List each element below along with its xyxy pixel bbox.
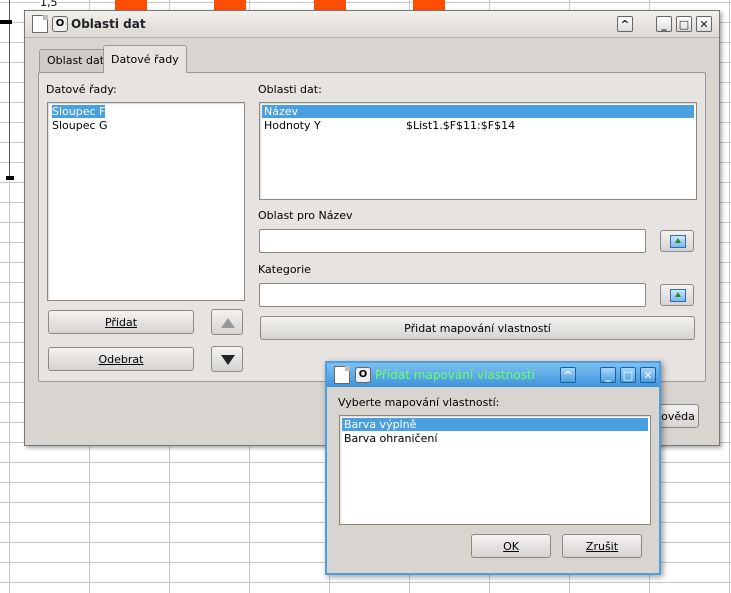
- chart-bar: [314, 0, 346, 10]
- dialog-title: Přidat mapování vlastností: [375, 368, 535, 382]
- list-item[interactable]: Hodnoty Y $List1.$F$11:$F$14: [262, 119, 694, 132]
- dialog-title: Oblasti dat: [71, 17, 146, 31]
- cancel-button[interactable]: Zrušit: [562, 534, 642, 558]
- dialog-titlebar[interactable]: O Přidat mapování vlastností ^ _ □ ✕: [327, 363, 659, 387]
- shrink-dialog-icon: [670, 289, 686, 302]
- ok-button[interactable]: OK: [471, 534, 551, 558]
- mapping-options-list[interactable]: Barva výplně Barva ohraničení: [339, 415, 651, 525]
- close-icon[interactable]: ✕: [640, 367, 656, 383]
- document-icon: [334, 366, 350, 384]
- list-item[interactable]: Barva výplně: [342, 418, 648, 431]
- range-name: Název: [264, 105, 299, 118]
- move-up-button[interactable]: [211, 309, 243, 335]
- add-series-button[interactable]: Přidat: [48, 310, 194, 334]
- chart-handle[interactable]: [6, 176, 14, 180]
- list-item[interactable]: Sloupec F: [50, 105, 242, 118]
- mapping-option-label: Barva výplně: [344, 418, 417, 431]
- mapping-prompt: Vyberte mapování vlastností:: [338, 396, 500, 409]
- mapping-option-label: Barva ohraničení: [344, 432, 438, 445]
- categories-label: Kategorie: [258, 263, 311, 276]
- maximize-icon[interactable]: □: [676, 16, 692, 32]
- add-property-mapping-dialog: O Přidat mapování vlastností ^ _ □ ✕ Vyb…: [325, 361, 661, 575]
- select-categories-button[interactable]: [660, 284, 694, 306]
- series-list[interactable]: Sloupec F Sloupec G: [47, 102, 245, 301]
- shrink-dialog-icon: [670, 235, 686, 248]
- close-icon[interactable]: ✕: [696, 16, 712, 32]
- list-item[interactable]: Barva ohraničení: [342, 432, 648, 445]
- chart-bar: [413, 0, 445, 10]
- tab-panel: Datové řady: Sloupec F Sloupec G Přidat …: [38, 72, 706, 382]
- minimize-icon[interactable]: _: [600, 367, 616, 383]
- list-item[interactable]: Sloupec G: [50, 119, 242, 132]
- move-down-button[interactable]: [211, 346, 243, 372]
- range-for-name-input[interactable]: [259, 229, 646, 253]
- shade-up-icon[interactable]: ^: [617, 16, 633, 32]
- remove-series-button[interactable]: Odebrat: [48, 347, 194, 371]
- tab-data-series[interactable]: Datové řady: [103, 45, 187, 73]
- help-button[interactable]: ověda: [657, 404, 699, 428]
- chart-handle[interactable]: [0, 20, 12, 24]
- list-item[interactable]: Název: [262, 105, 694, 118]
- chart-bar: [115, 0, 147, 10]
- window-menu-icon[interactable]: O: [355, 367, 371, 383]
- arrow-up-icon: [221, 318, 235, 328]
- add-property-mapping-button[interactable]: Přidat mapování vlastností: [260, 316, 695, 340]
- arrow-down-icon: [221, 355, 235, 365]
- maximize-icon[interactable]: □: [620, 367, 636, 383]
- dialog-titlebar[interactable]: O Oblasti dat ^ _ □ ✕: [25, 11, 719, 38]
- shade-up-icon[interactable]: ^: [560, 367, 576, 383]
- window-menu-icon[interactable]: O: [52, 16, 68, 32]
- data-ranges-list[interactable]: Název Hodnoty Y $List1.$F$11:$F$14: [259, 102, 697, 200]
- series-item-label: Sloupec F: [52, 105, 106, 118]
- range-value: $List1.$F$11:$F$14: [406, 119, 516, 132]
- series-item-label: Sloupec G: [52, 119, 108, 132]
- tab-data-range[interactable]: Oblast dat: [39, 49, 113, 72]
- range-for-name-label: Oblast pro Název: [258, 209, 353, 222]
- select-range-button[interactable]: [660, 230, 694, 252]
- chart-frame-edge: [9, 0, 10, 178]
- categories-input[interactable]: [259, 283, 646, 307]
- ranges-label: Oblasti dat:: [258, 83, 322, 96]
- minimize-icon[interactable]: _: [656, 16, 672, 32]
- document-icon: [32, 15, 48, 33]
- series-label: Datové řady:: [46, 83, 117, 96]
- chart-y-tick-label: 1,5: [40, 0, 58, 9]
- range-name: Hodnoty Y: [264, 119, 321, 132]
- chart-bar: [214, 0, 246, 10]
